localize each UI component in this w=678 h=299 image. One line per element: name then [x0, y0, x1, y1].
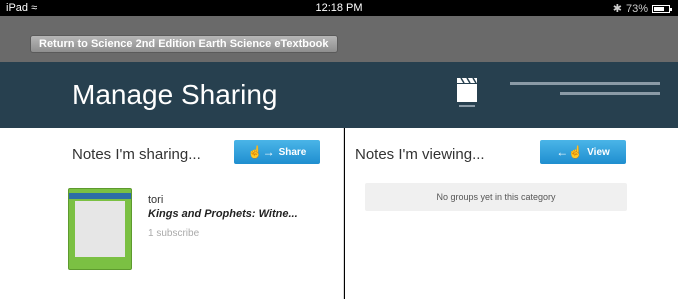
return-to-textbook-button[interactable]: Return to Science 2nd Edition Earth Scie… [30, 35, 338, 53]
view-icon: ←☝ [556, 145, 584, 159]
status-right: ✱ 73% [612, 2, 672, 15]
empty-state-message: No groups yet in this category [365, 183, 627, 211]
status-bar: iPad ≈ 12:18 PM ✱ 73% [0, 0, 678, 16]
bluetooth-icon: ✱ [612, 3, 622, 15]
sharing-panel: Notes I'm sharing... ☝→ Share tori Kings… [0, 128, 344, 299]
shared-user: tori [148, 194, 164, 206]
viewing-panel: Notes I'm viewing... ←☝ View No groups y… [345, 128, 678, 299]
user-info [510, 76, 660, 106]
battery-icon [652, 4, 672, 13]
share-button[interactable]: ☝→ Share [234, 140, 320, 164]
sharing-title: Notes I'm sharing... [72, 146, 201, 163]
page-title: Manage Sharing [72, 79, 278, 110]
clock: 12:18 PM [315, 2, 363, 14]
page-header: Manage Sharing [0, 62, 678, 128]
subscriber-count: 1 subscribe [148, 228, 200, 239]
book-cover[interactable] [68, 188, 132, 270]
top-toolbar: Return to Science 2nd Edition Earth Scie… [0, 16, 678, 62]
shared-book-title[interactable]: Kings and Prophets: Witne... [148, 208, 298, 220]
battery-percent: 73% [625, 2, 648, 15]
view-button[interactable]: ←☝ View [540, 140, 626, 164]
share-icon: ☝→ [247, 145, 275, 159]
clapperboard-icon [457, 77, 477, 107]
viewing-title: Notes I'm viewing... [355, 146, 485, 163]
